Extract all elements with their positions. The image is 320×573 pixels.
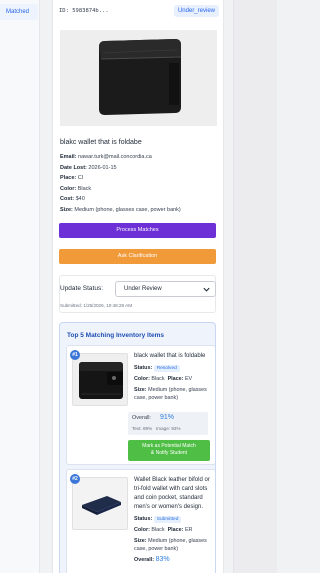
match-size-row: Size: Medium (phone, glasses case, power… bbox=[134, 538, 207, 552]
update-status-label: Update Status: bbox=[60, 285, 103, 292]
left-sidebar: Matched bbox=[0, 0, 40, 573]
mark-potential-match-button[interactable]: Mark as Potential Match & Notify Student bbox=[128, 440, 210, 461]
overall-score: 91% bbox=[160, 414, 175, 421]
match-status-badge: Resolved bbox=[153, 365, 180, 372]
match-card: #1 black wallet that is foldable Status:… bbox=[66, 345, 215, 465]
match-size-row: Size: Medium (phone, glasses case, power… bbox=[134, 387, 207, 401]
ask-clarification-button[interactable]: Ask Clarification bbox=[59, 249, 216, 264]
match-card: #2 Wallet Black leather bifold or tri-fo… bbox=[66, 469, 215, 573]
status-select[interactable]: Under Review bbox=[115, 281, 216, 297]
rank-badge: #1 bbox=[70, 350, 80, 360]
match-thumbnail bbox=[72, 477, 128, 530]
status-badge: Under_review bbox=[173, 5, 219, 17]
match-details: Wallet Black leather bifold or tri-fold … bbox=[134, 476, 215, 567]
match-thumbnail bbox=[72, 353, 128, 406]
match-overall-row: Overall: 83% bbox=[134, 556, 170, 563]
sub-scores: Text: 89% Image: 93% bbox=[132, 426, 181, 431]
size-row: Size: Medium (phone, glasses case, power… bbox=[60, 206, 181, 213]
matches-panel: Top 5 Matching Inventory Items #1 black … bbox=[59, 322, 216, 573]
item-details: Email: nawar.turk@mail.concordia.ca Date… bbox=[60, 152, 220, 216]
matches-title: Top 5 Matching Inventory Items bbox=[67, 332, 165, 339]
overall-label: Overall: bbox=[132, 415, 151, 421]
status-select-value: Under Review bbox=[124, 286, 162, 292]
wallet-thumbnail-image bbox=[73, 478, 127, 529]
submitted-timestamp: Submitted: 1/25/2026, 10:48:28 AM bbox=[60, 303, 133, 308]
lost-item-card: ID: 5983874b... Under_review blakc walle… bbox=[52, 0, 224, 573]
match-score-box: Overall: 91% Text: 89% Image: 93% bbox=[128, 412, 208, 435]
match-details: black wallet that is foldable Status: Re… bbox=[134, 352, 215, 405]
tab-matched[interactable]: Matched bbox=[0, 4, 38, 20]
card-header: ID: 5983874b... Under_review bbox=[53, 4, 223, 18]
match-color-place-row: Color: Black Place: EV bbox=[134, 376, 193, 382]
place-row: Place: CI bbox=[60, 175, 84, 182]
process-matches-button[interactable]: Process Matches bbox=[59, 223, 216, 238]
chevron-down-icon bbox=[203, 287, 210, 292]
wallet-image bbox=[99, 39, 182, 115]
match-status-row: Status: Submitted bbox=[134, 515, 215, 523]
match-name: black wallet that is foldable bbox=[134, 353, 206, 359]
wallet-thumbnail-image bbox=[79, 362, 123, 399]
match-color-place-row: Color: Black Place: ER bbox=[134, 527, 193, 533]
match-status-badge: Submitted bbox=[153, 516, 182, 523]
item-id: ID: 5983874b... bbox=[59, 8, 109, 14]
color-row: Color: Black bbox=[60, 185, 92, 192]
right-panel bbox=[233, 0, 277, 573]
date-row: Date Lost: 2026-01-15 bbox=[60, 164, 117, 171]
match-name: Wallet Black leather bifold or tri-fold … bbox=[134, 477, 210, 510]
email-row: Email: nawar.turk@mail.concordia.ca bbox=[60, 154, 152, 160]
item-photo bbox=[60, 30, 217, 126]
cost-row: Cost: $40 bbox=[60, 196, 85, 203]
item-title: blakc wallet that is foldabe bbox=[60, 139, 142, 146]
status-update-panel: Update Status: Under Review Submitted: 1… bbox=[59, 275, 216, 313]
match-status-row: Status: Resolved bbox=[134, 364, 215, 372]
rank-badge: #2 bbox=[70, 474, 80, 484]
